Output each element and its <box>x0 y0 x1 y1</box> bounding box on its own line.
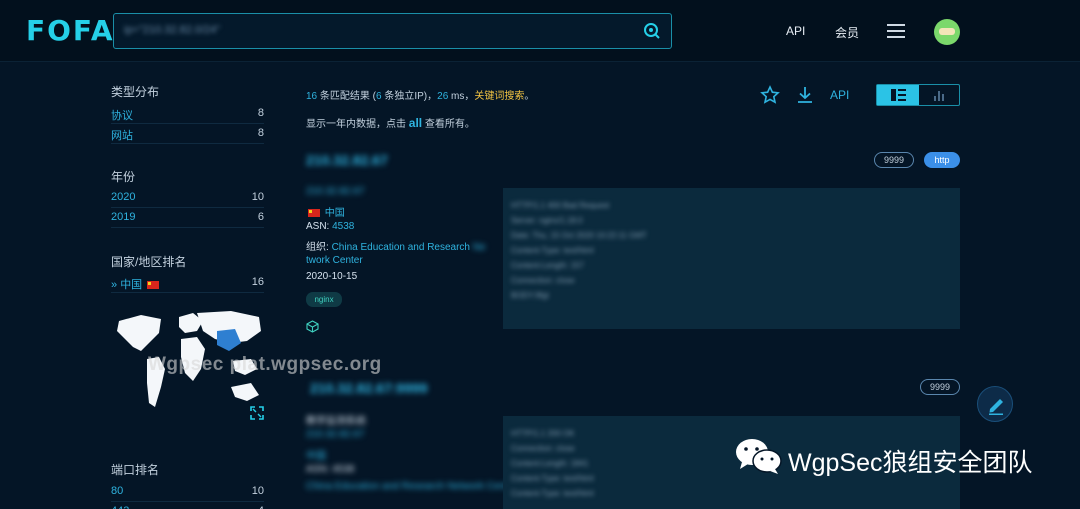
banner-line: HTTP/1.1 200 OK <box>511 429 575 438</box>
download-icon[interactable] <box>795 85 815 105</box>
port-ranking-title: 端口排名 <box>111 463 160 477</box>
country-link[interactable]: 中国 <box>306 447 326 462</box>
hamburger-menu-icon[interactable] <box>887 24 905 38</box>
site-title: 教学监测系统 <box>306 416 366 427</box>
port-item-443[interactable]: 443 4 <box>111 502 264 509</box>
result-summary: 16 条匹配结果 (6 条独立IP)，26 ms，关键词搜索。 <box>306 87 534 102</box>
type-item-protocol[interactable]: 协议 8 <box>111 104 264 124</box>
banner-line: Content-Length: 157 <box>511 261 584 270</box>
brand-label: WgpSec狼组安全团队 <box>788 449 1033 477</box>
type-item-count: 8 <box>257 107 264 119</box>
top-bar: FOFA ip="210.32.82.0/24" API 会员 <box>0 0 1080 62</box>
country-line: 中国 <box>306 204 345 219</box>
port-item-label[interactable]: 443 <box>111 505 129 509</box>
org-link[interactable]: China Education and Research <box>332 242 473 253</box>
country-item-label[interactable]: 中国 <box>120 279 142 291</box>
banner-line: Connection: close <box>511 276 575 285</box>
port-item-80[interactable]: 80 10 <box>111 482 264 502</box>
banner-line: Server: nginx/1.18.0 <box>511 216 583 225</box>
expand-icon[interactable] <box>250 406 264 420</box>
cube-icon[interactable] <box>306 320 319 333</box>
type-item-count: 8 <box>257 127 264 139</box>
asn-line: ASN: 4538 <box>306 221 354 232</box>
time-range-note: 显示一年内数据，点击 all 查看所有。 <box>306 115 475 130</box>
year-item-label[interactable]: 2019 <box>111 211 135 223</box>
wechat-icon <box>736 439 782 474</box>
summary-text: ms， <box>448 91 475 102</box>
org-label: 组织: <box>306 242 332 253</box>
list-view-icon[interactable] <box>877 85 919 105</box>
banner-line: BODY:9fgt <box>511 291 549 300</box>
year-item-label[interactable]: 2020 <box>111 191 135 203</box>
country-item-label-wrap[interactable]: » 中国 <box>111 276 161 292</box>
org-line-continued: twork Center <box>306 255 363 266</box>
type-item-website[interactable]: 网站 8 <box>111 124 264 144</box>
show-all-link[interactable]: all <box>409 116 422 130</box>
asn-label: ASN: <box>306 221 333 232</box>
year-item-count: 10 <box>251 191 264 203</box>
org-link[interactable]: China Education and Research Network Cen… <box>306 481 517 492</box>
port-item-count: 4 <box>258 505 264 509</box>
banner-line: Date: Thu, 15 Oct 2020 10:22:11 GMT <box>511 231 647 240</box>
edit-button[interactable] <box>977 386 1013 422</box>
protocol-badge[interactable]: http <box>924 152 960 168</box>
country-link[interactable]: 中国 <box>325 208 345 219</box>
port-badge[interactable]: 9999 <box>920 379 960 395</box>
match-count: 16 <box>306 91 318 102</box>
type-distribution-title: 类型分布 <box>111 85 160 99</box>
nav-vip-link[interactable]: 会员 <box>835 24 859 41</box>
country-ranking-title: 国家/地区排名 <box>111 255 187 269</box>
host-link[interactable]: 210.32.82.67 <box>306 429 364 440</box>
summary-text: 条独立IP)， <box>381 91 438 102</box>
port-item-label[interactable]: 80 <box>111 485 123 497</box>
banner-line: Content-Type: text/html <box>511 489 594 498</box>
nginx-tag[interactable]: nginx <box>306 292 342 307</box>
search-input[interactable]: ip="210.32.82.0/24" <box>113 13 672 49</box>
keyword-search-link[interactable]: 关键词搜索 <box>474 91 524 102</box>
china-flag-icon <box>147 281 160 290</box>
chart-view-icon[interactable] <box>919 85 959 105</box>
host-link[interactable]: 210.32.82.67 <box>306 186 364 197</box>
org-line: 组织: China Education and Research Ne <box>306 238 486 253</box>
type-item-label[interactable]: 协议 <box>111 107 133 123</box>
chevron-double-right-icon: » <box>111 279 118 291</box>
query-time: 26 <box>437 91 449 102</box>
nav-api-link[interactable]: API <box>786 24 805 38</box>
search-icon[interactable] <box>643 22 661 40</box>
watermark: Wgpsec plat.wgpsec.org <box>148 354 382 375</box>
result-ip-link[interactable]: 210.32.82.67 <box>306 152 388 168</box>
year-item-2019[interactable]: 2019 6 <box>111 208 264 228</box>
pencil-icon <box>989 399 1003 415</box>
asn-line: ASN: 4538 <box>306 464 355 475</box>
port-item-count: 10 <box>251 485 264 497</box>
year-item-2020[interactable]: 2020 10 <box>111 188 264 208</box>
asn-link[interactable]: 4538 <box>332 221 354 232</box>
org-link-tail[interactable]: Ne <box>473 242 486 253</box>
type-item-label[interactable]: 网站 <box>111 127 133 143</box>
fofa-logo[interactable]: FOFA <box>26 14 115 47</box>
year-item-count: 6 <box>257 211 264 223</box>
country-item-count: 16 <box>251 276 264 288</box>
star-icon[interactable] <box>760 85 780 105</box>
year-title: 年份 <box>111 170 136 184</box>
result-ip-link[interactable]: 210.32.82.67:9999 <box>310 380 428 396</box>
org-link-continued[interactable]: twork Center <box>306 255 363 266</box>
note-text: 显示一年内数据，点击 <box>306 119 409 130</box>
date: 2020-10-15 <box>306 271 358 282</box>
china-flag-icon <box>308 209 320 218</box>
country-item-china[interactable]: » 中国 16 <box>111 273 264 293</box>
summary-text: 条匹配结果 ( <box>317 91 377 102</box>
search-query[interactable]: ip="210.32.82.0/24" <box>124 24 220 36</box>
banner-line: HTTP/1.1 400 Bad Request <box>511 201 610 210</box>
response-banner: HTTP/1.1 400 Bad Request Server: nginx/1… <box>503 188 960 329</box>
user-avatar[interactable] <box>934 19 960 45</box>
api-link[interactable]: API <box>830 88 849 102</box>
banner-line: Content-Type: text/html <box>511 246 594 255</box>
note-text: 查看所有。 <box>422 119 475 130</box>
summary-text: 。 <box>524 91 535 102</box>
port-badge[interactable]: 9999 <box>874 152 914 168</box>
view-toggle[interactable] <box>876 84 960 106</box>
